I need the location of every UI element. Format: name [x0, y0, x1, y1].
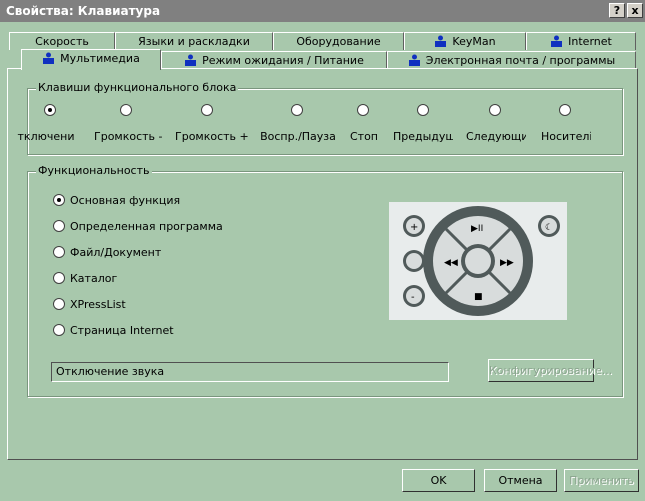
func-label-folder: Каталог	[70, 272, 118, 285]
svg-text:▶II: ▶II	[471, 224, 483, 234]
ok-button[interactable]: OK	[402, 469, 475, 492]
func-radio-internet-page[interactable]	[53, 324, 65, 336]
svg-text:▶▶: ▶▶	[500, 258, 514, 268]
key-label-media: Носителі	[541, 130, 591, 143]
cancel-button[interactable]: Отмена	[484, 469, 557, 492]
func-label-internet-page: Страница Internet	[70, 324, 174, 337]
func-radio-basic[interactable]	[53, 194, 65, 206]
svg-text:■: ■	[474, 292, 483, 302]
key-radio-vol-down[interactable]	[120, 104, 132, 116]
func-label-basic: Основная функция	[70, 194, 181, 207]
apply-button[interactable]: Применить	[564, 469, 639, 492]
key-label-play-pause: Воспр./Пауза	[260, 130, 336, 143]
email-icon	[408, 54, 420, 66]
tab-email-programs[interactable]: Электронная почта / программы	[387, 51, 636, 69]
key-radio-play-pause[interactable]	[291, 104, 303, 116]
key-radio-next[interactable]	[489, 104, 501, 116]
tab-label: Мультимедиа	[60, 52, 140, 65]
tab-multimedia[interactable]: Мультимедиа	[21, 49, 161, 70]
func-label-program: Определенная программа	[70, 220, 223, 233]
key-label-stop: Стоп	[349, 130, 378, 143]
tab-label: Электронная почта / программы	[425, 54, 616, 67]
func-radio-folder[interactable]	[53, 272, 65, 284]
close-button[interactable]: x	[627, 3, 643, 18]
title-bar: Свойства: Клавиатура ? x	[0, 0, 645, 22]
multimedia-keypad-image: ▶II ◀◀ ▶▶ ■ + - ☾	[389, 202, 567, 320]
power-icon	[185, 54, 197, 66]
svg-text:◀◀: ◀◀	[444, 258, 458, 268]
functionality-group-label: Функциональность	[36, 164, 152, 177]
key-label-vol-up: Громкость +	[175, 130, 249, 143]
help-button[interactable]: ?	[609, 3, 625, 18]
svg-text:-: -	[411, 292, 415, 303]
key-label-prev: Предыдущи	[393, 130, 453, 143]
tab-label: Оборудование	[296, 35, 381, 48]
tab-label: Internet	[568, 35, 612, 48]
key-radio-mute[interactable]	[44, 104, 56, 116]
func-radio-program[interactable]	[53, 220, 65, 232]
func-radio-xpresslist[interactable]	[53, 298, 65, 310]
tab-hardware[interactable]: Оборудование	[273, 32, 404, 50]
internet-icon	[551, 35, 563, 47]
key-label-next: Следующи	[466, 130, 526, 143]
tab-label: KeyMan	[452, 35, 496, 48]
function-value-field[interactable]: Отключение звука	[51, 362, 449, 382]
key-radio-media[interactable]	[559, 104, 571, 116]
keys-group: Клавиши функционального блока	[27, 81, 623, 155]
window-title: Свойства: Клавиатура	[6, 4, 161, 18]
func-radio-file[interactable]	[53, 246, 65, 258]
tab-keyman[interactable]: KeyMan	[404, 32, 526, 50]
key-label-mute: тключени	[17, 130, 75, 143]
multimedia-icon	[43, 52, 55, 64]
tab-speed[interactable]: Скорость	[9, 32, 115, 50]
configure-button[interactable]: Конфигурирование...	[488, 359, 612, 382]
key-radio-vol-up[interactable]	[201, 104, 213, 116]
tab-standby-power[interactable]: Режим ожидания / Питание	[161, 51, 387, 69]
svg-text:+: +	[410, 222, 418, 233]
tab-label: Режим ожидания / Питание	[202, 54, 364, 67]
func-label-xpresslist: XPressList	[70, 298, 126, 311]
key-radio-prev[interactable]	[417, 104, 429, 116]
keyman-icon	[435, 35, 447, 47]
key-label-vol-down: Громкость -	[94, 130, 163, 143]
func-label-file: Файл/Документ	[70, 246, 162, 259]
key-radio-stop[interactable]	[357, 104, 369, 116]
tab-languages[interactable]: Языки и раскладки	[115, 32, 273, 50]
svg-text:☾: ☾	[545, 223, 553, 233]
tab-label: Языки и раскладки	[138, 35, 250, 48]
tab-label: Скорость	[35, 35, 89, 48]
keys-group-label: Клавиши функционального блока	[36, 81, 239, 94]
tab-internet[interactable]: Internet	[526, 32, 636, 50]
